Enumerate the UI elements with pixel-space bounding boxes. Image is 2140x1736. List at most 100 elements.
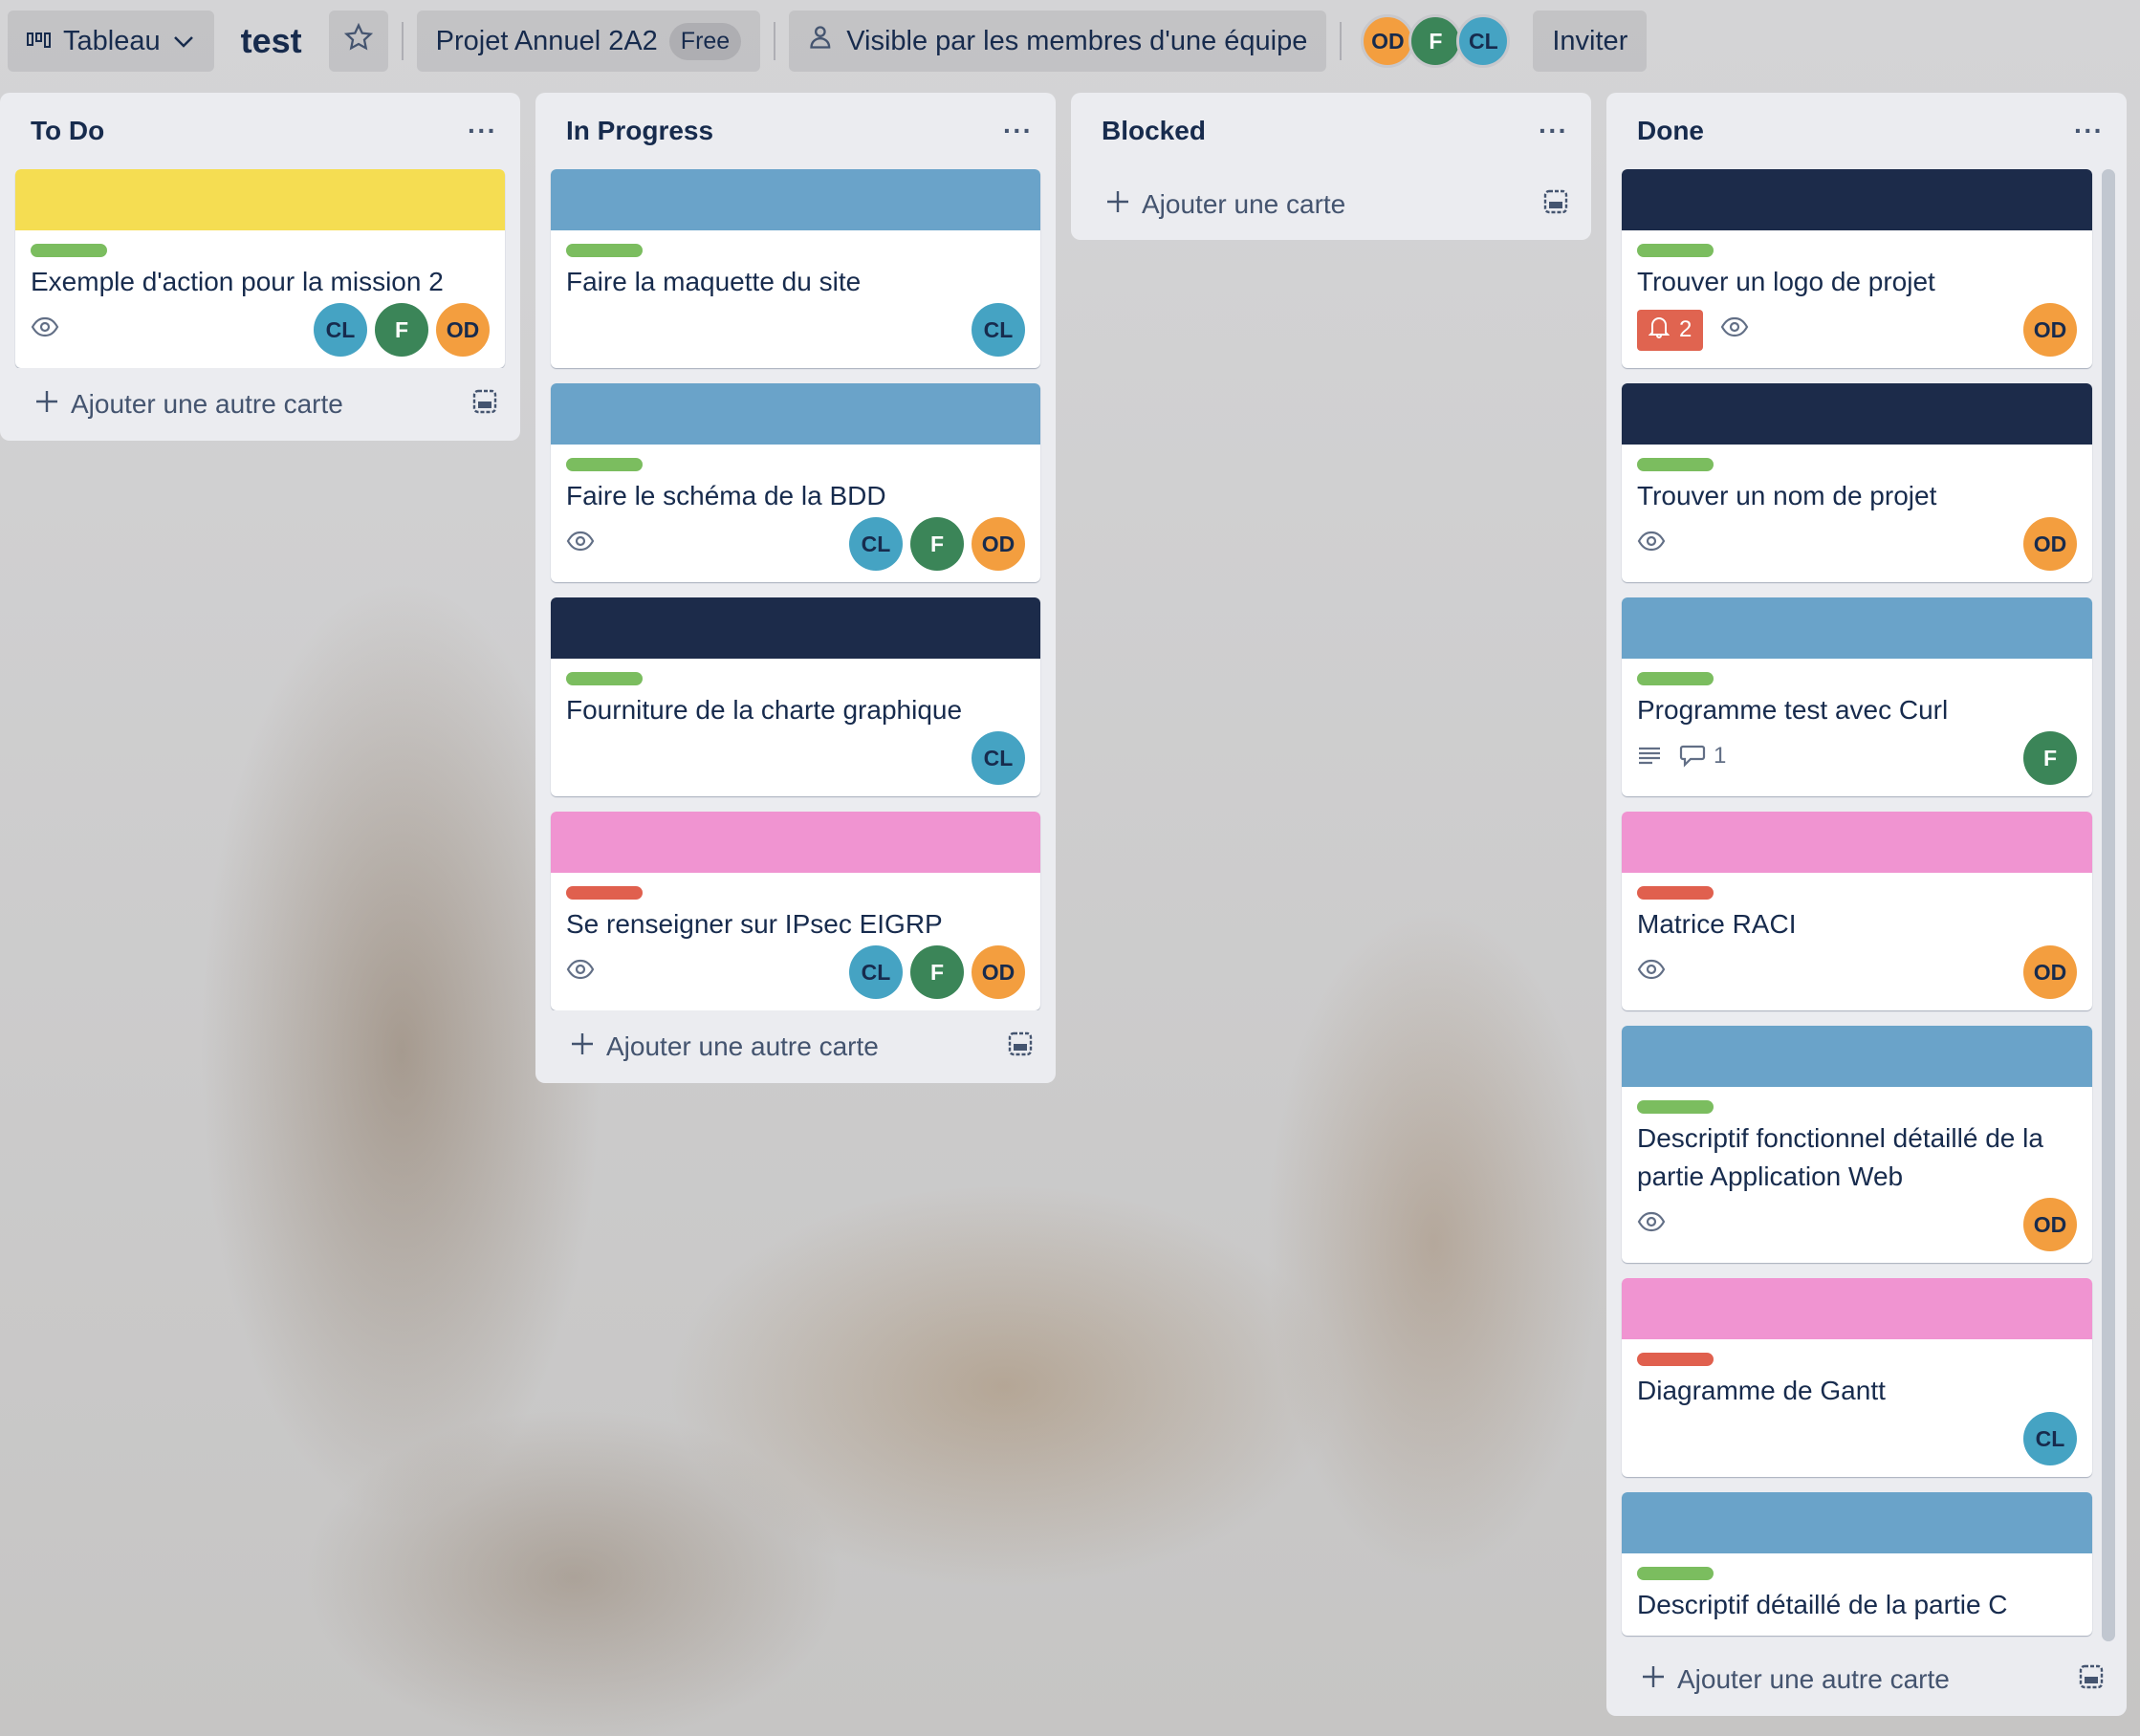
card[interactable]: Descriptif détaillé de la partie C: [1622, 1492, 2092, 1636]
view-switcher-button[interactable]: Tableau: [8, 11, 214, 72]
avatar-f[interactable]: F: [910, 945, 964, 999]
scrollbar-thumb[interactable]: [2102, 169, 2115, 1641]
card-label[interactable]: [1637, 1100, 1714, 1114]
avatar-cl[interactable]: CL: [972, 303, 1025, 357]
eye-icon: [1720, 316, 1749, 344]
avatar-od[interactable]: OD: [2023, 945, 2077, 999]
card-label[interactable]: [566, 458, 643, 471]
avatar-cl[interactable]: CL: [1456, 14, 1511, 68]
card[interactable]: Exemple d'action pour la mission 2 CL F OD: [15, 169, 505, 368]
card-label[interactable]: [31, 244, 107, 257]
card-label[interactable]: [1637, 672, 1714, 685]
notification-badge[interactable]: 2: [1637, 309, 1704, 351]
avatar-od[interactable]: OD: [972, 945, 1025, 999]
card-label[interactable]: [1637, 886, 1714, 900]
add-card-button[interactable]: Ajouter une autre carte: [535, 1010, 1056, 1083]
workspace-button[interactable]: Projet Annuel 2A2 Free: [416, 11, 761, 72]
avatar-f[interactable]: F: [1408, 14, 1463, 68]
avatar-od[interactable]: OD: [2023, 303, 2077, 357]
avatar-cl[interactable]: CL: [314, 303, 367, 357]
card-template-icon[interactable]: [1543, 189, 1568, 221]
card-cover: [1622, 383, 2092, 445]
more-icon[interactable]: ···: [468, 116, 497, 146]
list-header: Blocked ···: [1071, 93, 1591, 169]
visibility-button[interactable]: Visible par les membres d'une équipe: [789, 11, 1327, 72]
card-cover: [1622, 812, 2092, 873]
card[interactable]: Faire le schéma de la BDD CL F OD: [551, 383, 1040, 582]
card-title: Descriptif détaillé de la partie C: [1637, 1590, 2008, 1619]
card[interactable]: Matrice RACI OD: [1622, 812, 2092, 1010]
avatar-f[interactable]: F: [2023, 731, 2077, 785]
card-body: Faire la maquette du site CL: [551, 230, 1040, 368]
card-members: CL F OD: [314, 303, 490, 357]
avatar-cl[interactable]: CL: [849, 517, 903, 571]
card-label[interactable]: [1637, 1353, 1714, 1366]
card-label[interactable]: [566, 244, 643, 257]
card-label[interactable]: [566, 886, 643, 900]
avatar-od[interactable]: OD: [436, 303, 490, 357]
card-title: Se renseigner sur IPsec EIGRP: [566, 909, 943, 939]
avatar-od[interactable]: OD: [2023, 1198, 2077, 1251]
card[interactable]: Diagramme de Gantt CL: [1622, 1278, 2092, 1477]
card-label[interactable]: [1637, 458, 1714, 471]
card-title: Faire la maquette du site: [566, 267, 862, 296]
avatar-cl[interactable]: CL: [849, 945, 903, 999]
team-icon: [808, 24, 835, 58]
scrollbar[interactable]: [2102, 169, 2115, 1641]
card-template-icon[interactable]: [472, 389, 497, 421]
avatar-cl[interactable]: CL: [2023, 1412, 2077, 1465]
card-label[interactable]: [1637, 244, 1714, 257]
card-badges: CL F OD: [566, 517, 1025, 571]
avatar-f[interactable]: F: [375, 303, 428, 357]
divider: [401, 22, 404, 60]
card-badges: CL: [566, 731, 1025, 785]
view-label: Tableau: [63, 25, 161, 56]
card[interactable]: Programme test avec Curl 1 F: [1622, 597, 2092, 796]
avatar-od[interactable]: OD: [2023, 517, 2077, 571]
card-body: Descriptif détaillé de la partie C: [1622, 1553, 2092, 1636]
card[interactable]: Trouver un logo de projet 2 OD: [1622, 169, 2092, 368]
avatar-od[interactable]: OD: [972, 517, 1025, 571]
card-label[interactable]: [566, 672, 643, 685]
card-badges: CL F OD: [31, 303, 490, 357]
card[interactable]: Trouver un nom de projet OD: [1622, 383, 2092, 582]
card[interactable]: Faire la maquette du site CL: [551, 169, 1040, 368]
card-body: Matrice RACI OD: [1622, 873, 2092, 1010]
list-header: In Progress ···: [535, 93, 1056, 169]
more-icon[interactable]: ···: [2074, 116, 2104, 146]
list-title[interactable]: Blocked: [1102, 116, 1206, 146]
card[interactable]: Fourniture de la charte graphique CL: [551, 597, 1040, 796]
star-button[interactable]: [328, 11, 388, 72]
card-body: Faire le schéma de la BDD CL F OD: [551, 445, 1040, 582]
avatar-cl[interactable]: CL: [972, 731, 1025, 785]
card[interactable]: Se renseigner sur IPsec EIGRP CL F OD: [551, 812, 1040, 1010]
add-card-label: Ajouter une autre carte: [606, 1031, 879, 1061]
more-icon[interactable]: ···: [1003, 116, 1033, 146]
card-label[interactable]: [1637, 1567, 1714, 1580]
card[interactable]: Descriptif fonctionnel détaillé de la pa…: [1622, 1026, 2092, 1263]
card-body: Exemple d'action pour la mission 2 CL F OD: [15, 230, 505, 368]
card-cover: [1622, 1278, 2092, 1339]
more-icon[interactable]: ···: [1539, 116, 1568, 146]
list-title[interactable]: In Progress: [566, 116, 713, 146]
list-title[interactable]: Done: [1637, 116, 1704, 146]
list-header: Done ···: [1606, 93, 2127, 169]
card-title: Trouver un nom de projet: [1637, 481, 1937, 510]
add-card-button[interactable]: Ajouter une autre carte: [0, 368, 520, 441]
avatar-f[interactable]: F: [910, 517, 964, 571]
plus-icon: [1105, 189, 1130, 221]
card-members: CL F OD: [849, 517, 1025, 571]
add-card-button[interactable]: Ajouter une carte: [1071, 169, 1591, 240]
card-template-icon[interactable]: [1008, 1031, 1033, 1063]
card-members: OD: [2023, 303, 2077, 357]
list-header: To Do ···: [0, 93, 520, 169]
list-title[interactable]: To Do: [31, 116, 104, 146]
card-template-icon[interactable]: [2079, 1664, 2104, 1696]
comment-icon: [1679, 743, 1706, 774]
card-cover: [1622, 169, 2092, 230]
invite-button[interactable]: Inviter: [1533, 11, 1648, 72]
list-in-progress: In Progress ··· Faire la maquette du site C…: [535, 93, 1056, 1083]
board-title[interactable]: test: [224, 21, 319, 61]
avatar-od[interactable]: OD: [1361, 14, 1415, 68]
add-card-button[interactable]: Ajouter une autre carte: [1606, 1643, 2127, 1716]
